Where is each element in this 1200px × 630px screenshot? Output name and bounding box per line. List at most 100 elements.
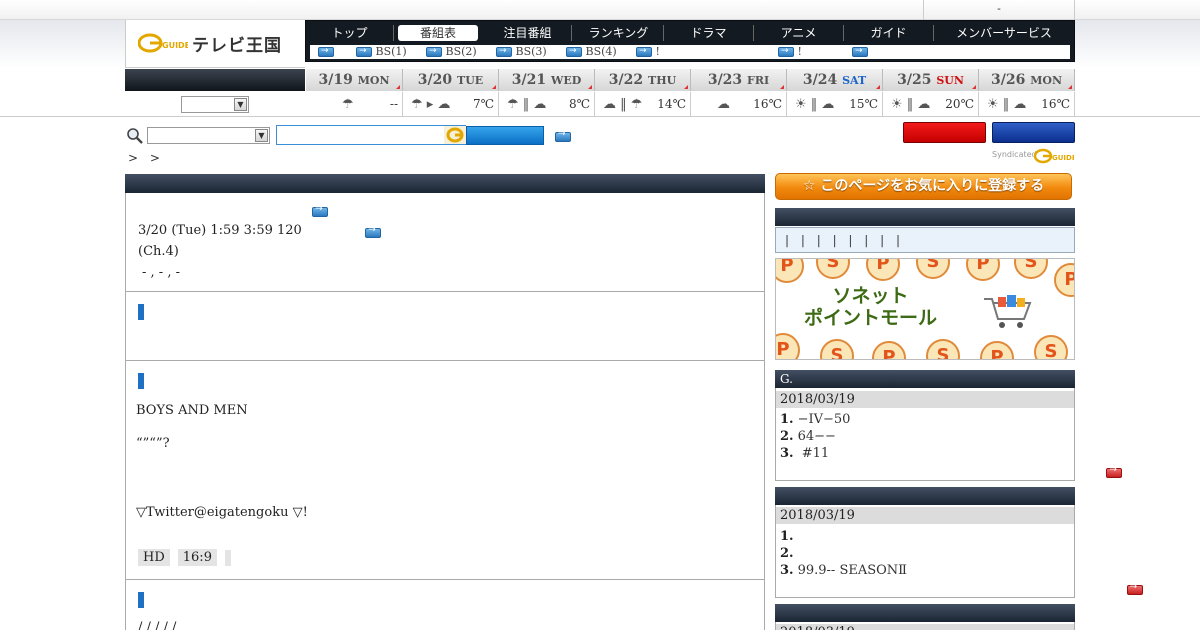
arrow-icon[interactable] [555,129,571,142]
ranking-item[interactable]: 3. #11 [780,446,829,461]
ranking-item[interactable]: 2. [780,546,798,561]
search-category-select[interactable]: ▼ [147,127,270,144]
date-tab-4[interactable]: 3/23 FRI [691,69,787,91]
ranking-item[interactable]: 2. 64−− [780,429,836,444]
arrow-icon [356,44,372,58]
g-logo-icon [444,126,466,144]
nav-item-schedule[interactable]: 番組表 [398,25,478,41]
coin-icon: P [1054,263,1074,297]
blue-action-button[interactable] [992,122,1075,143]
subnav-item-6[interactable]: ! [778,44,802,59]
empty-badge [224,549,231,566]
sidebar-box-header [775,208,1075,226]
syndicated-label: Syndicated [992,150,1037,159]
date-tab-6[interactable]: 3/25 SUN [883,69,979,91]
subnav-item-5[interactable]: ! [636,44,660,59]
point-mall-banner[interactable]: P S P S P S P P S P S P S ソネットポイントモール [775,258,1075,360]
date-tab-3[interactable]: 3/22 THU [595,69,691,91]
subnav-item-bs4[interactable]: BS(4) [566,44,617,59]
weather-cell-4: ☁ 16℃ [691,92,787,117]
nav-item-top[interactable]: トップ [306,25,394,41]
nav-item-ranking[interactable]: ランキング [574,25,664,41]
date-tab-7[interactable]: 3/26 MON [979,69,1075,91]
red-action-button[interactable] [903,122,986,143]
umbrella-icon: ☂ [342,97,354,112]
top-bar-user-area[interactable]: - [923,0,1075,20]
program-tags: HD 16:9 [138,549,231,566]
coin-icon: S [820,339,854,359]
weather-cell-0: ☂ -- [306,92,403,117]
temperature: -- [389,97,398,111]
subnav-item-bs1[interactable]: BS(1) [356,44,407,59]
weather-cell-3: ☁ ‖ ☂ 14℃ [595,92,691,117]
divider [126,291,765,292]
breadcrumb[interactable]: > > [128,151,164,165]
date-tab-1[interactable]: 3/20 TUE [403,69,499,91]
nav-item-drama[interactable]: ドラマ [664,25,754,41]
site-logo-text[interactable]: テレビ王国 [192,31,282,56]
logo-guide-label: GUIDE [1052,154,1074,162]
temperature: 8℃ [568,97,590,111]
program-title-bar [125,174,765,193]
subnav-item-terrestrial[interactable] [318,44,334,59]
subnav-item-bs2[interactable]: BS(2) [426,44,477,59]
coin-icon: S [926,339,960,359]
program-cast-title: BOYS AND MEN [136,403,248,418]
nav-item-anime[interactable]: アニメ [754,25,844,41]
more-arrow-icon[interactable] [1126,582,1143,595]
date-tab-5[interactable]: 3/24 SAT [787,69,883,91]
umbrella-cloud-icon: ☂ ▸ ☁ [411,97,451,112]
nav-item-featured[interactable]: 注目番組 [484,25,572,41]
add-favorite-button[interactable]: ☆ このページをお気に入りに登録する [775,173,1072,200]
date-tab-2[interactable]: 3/21 WED [499,69,595,91]
program-genre: - , - , - [142,265,180,280]
search-button[interactable] [466,126,544,145]
ranking-item[interactable]: 1. −IV−50 [780,412,850,427]
nav-item-guide[interactable]: ガイド [844,25,934,41]
ranking-item[interactable]: 1. [780,529,798,544]
coin-icon: P [776,259,804,283]
section-marker [138,592,144,608]
ranking-box-title: G. [775,370,1075,388]
nav-item-member[interactable]: メンバーサービス [934,25,1074,41]
temperature: 16℃ [753,97,782,111]
sun-cloud-icon: ☀ ‖ ☁ [987,97,1027,112]
date-tab-0[interactable]: 3/19 MON [306,69,403,91]
date-strip-label [125,69,305,91]
coin-icon: S [1014,259,1048,279]
weather-cell-2: ☂ ‖ ☁ 8℃ [499,92,595,117]
subnav-item-bs3[interactable]: BS(3) [496,44,547,59]
hd-badge: HD [138,549,170,566]
weather-cell-7: ☀ ‖ ☁ 16℃ [979,92,1075,117]
arrow-icon[interactable] [312,204,329,217]
section-marker [138,373,144,389]
banner-text: ソネット ポイントモール [804,285,938,329]
coin-icon: P [872,341,906,359]
program-twitter: ▽Twitter@eigatengoku ▽! [136,505,308,520]
date-select[interactable]: ▼ [181,96,249,113]
arrow-icon [636,44,652,58]
more-arrow-icon[interactable] [1106,465,1123,478]
aspect-badge: 16:9 [177,549,217,566]
sun-cloud-icon: ☀ ‖ ☁ [891,97,931,112]
shopping-cart-icon [984,295,1032,328]
g-guide-logo-icon: GUIDE [1034,148,1074,164]
sidebar-link-list[interactable]: | | | | | | | | [775,227,1075,253]
arrow-icon [852,44,868,58]
divider [126,360,765,361]
temperature: 7℃ [472,97,494,111]
chevron-down-icon: ▼ [234,98,247,111]
search-input[interactable] [276,125,466,145]
g-guide-logo-icon: GUIDE [138,33,188,53]
coin-icon: P [966,259,1000,281]
ranking-date: 2018/03/19 [776,507,1074,524]
arrow-icon [566,44,582,58]
subnav-item-7[interactable] [852,44,868,59]
cloud-icon: ☁ [717,97,730,112]
ranking-date: 2018/03/19 [776,624,1074,630]
arrow-icon[interactable] [365,225,382,238]
ranking-item[interactable]: 3. 99.9-- SEASONⅡ [780,563,907,578]
coin-icon: P [980,341,1014,359]
program-quote: “”“”? [136,436,170,451]
ranking-box-title [775,604,1075,622]
